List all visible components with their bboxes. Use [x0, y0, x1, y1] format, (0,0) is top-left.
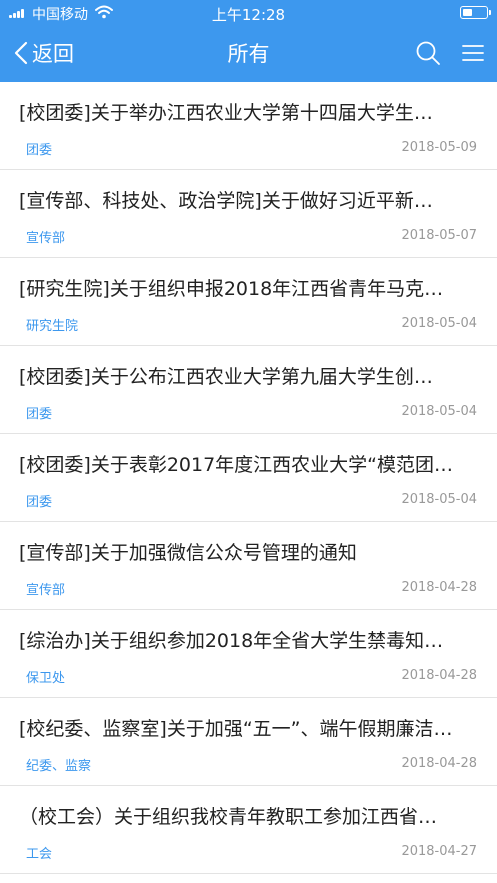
notice-list: [校团委]关于举办江西农业大学第十四届大学生… 团委 2018-05-09 [宣… — [0, 82, 497, 874]
notice-department: 团委 — [26, 407, 53, 422]
notice-department: 研究生院 — [26, 319, 79, 334]
notice-title: [校团委]关于表彰2017年度江西农业大学“模范团… — [19, 454, 454, 476]
notice-department: 宣传部 — [26, 583, 66, 598]
notice-item[interactable]: [综治办]关于组织参加2018年全省大学生禁毒知… 保卫处 2018-04-28 — [0, 610, 497, 698]
notice-title: [校团委]关于举办江西农业大学第十四届大学生… — [19, 102, 433, 124]
status-time: 上午12:28 — [211, 6, 286, 24]
notice-item[interactable]: [校纪委、监察室]关于加强“五一”、端午假期廉洁… 纪委、监察 2018-04-… — [0, 698, 497, 786]
notice-date: 2018-05-04 — [401, 404, 477, 419]
notice-date: 2018-05-04 — [401, 316, 477, 331]
notice-date: 2018-04-28 — [401, 756, 477, 771]
chevron-left-icon — [14, 41, 28, 65]
notice-department: 宣传部 — [26, 231, 66, 246]
notice-date: 2018-04-28 — [401, 580, 477, 595]
notice-department: 保卫处 — [26, 671, 66, 686]
notice-title: [校团委]关于公布江西农业大学第九届大学生创… — [19, 366, 433, 388]
notice-date: 2018-05-07 — [401, 228, 477, 243]
notice-department: 团委 — [26, 143, 53, 158]
back-label: 返回 — [32, 42, 74, 66]
search-icon[interactable] — [415, 40, 441, 66]
notice-title: [宣传部、科技处、政治学院]关于做好习近平新… — [19, 190, 433, 212]
notice-title: （校工会）关于组织我校青年教职工参加江西省… — [19, 806, 438, 828]
notice-department: 工会 — [26, 847, 53, 862]
notice-date: 2018-04-28 — [401, 668, 477, 683]
notice-title: [研究生院]关于组织申报2018年江西省青年马克… — [19, 278, 444, 300]
notice-item[interactable]: [校团委]关于表彰2017年度江西农业大学“模范团… 团委 2018-05-04 — [0, 434, 497, 522]
notice-title: [宣传部]关于加强微信公众号管理的通知 — [19, 542, 357, 564]
notice-item[interactable]: [宣传部、科技处、政治学院]关于做好习近平新… 宣传部 2018-05-07 — [0, 170, 497, 258]
nav-bar: 返回 所有 — [0, 26, 497, 82]
notice-date: 2018-05-04 — [401, 492, 477, 507]
notice-item[interactable]: [校团委]关于公布江西农业大学第九届大学生创… 团委 2018-05-04 — [0, 346, 497, 434]
battery-icon — [460, 6, 491, 19]
notice-item[interactable]: [研究生院]关于组织申报2018年江西省青年马克… 研究生院 2018-05-0… — [0, 258, 497, 346]
back-button[interactable]: 返回 — [14, 38, 74, 68]
app-header: 中国移动 上午12:28 返回 所有 — [0, 0, 497, 82]
menu-icon[interactable] — [461, 42, 485, 64]
notice-department: 团委 — [26, 495, 53, 510]
status-bar: 中国移动 上午12:28 — [0, 0, 497, 26]
notice-title: [校纪委、监察室]关于加强“五一”、端午假期廉洁… — [19, 718, 453, 740]
notice-title: [综治办]关于组织参加2018年全省大学生禁毒知… — [19, 630, 444, 652]
notice-date: 2018-05-09 — [401, 140, 477, 155]
notice-item[interactable]: （校工会）关于组织我校青年教职工参加江西省… 工会 2018-04-27 — [0, 786, 497, 874]
notice-department: 纪委、监察 — [26, 759, 92, 774]
notice-date: 2018-04-27 — [401, 844, 477, 859]
notice-item[interactable]: [宣传部]关于加强微信公众号管理的通知 宣传部 2018-04-28 — [0, 522, 497, 610]
notice-item[interactable]: [校团委]关于举办江西农业大学第十四届大学生… 团委 2018-05-09 — [0, 82, 497, 170]
